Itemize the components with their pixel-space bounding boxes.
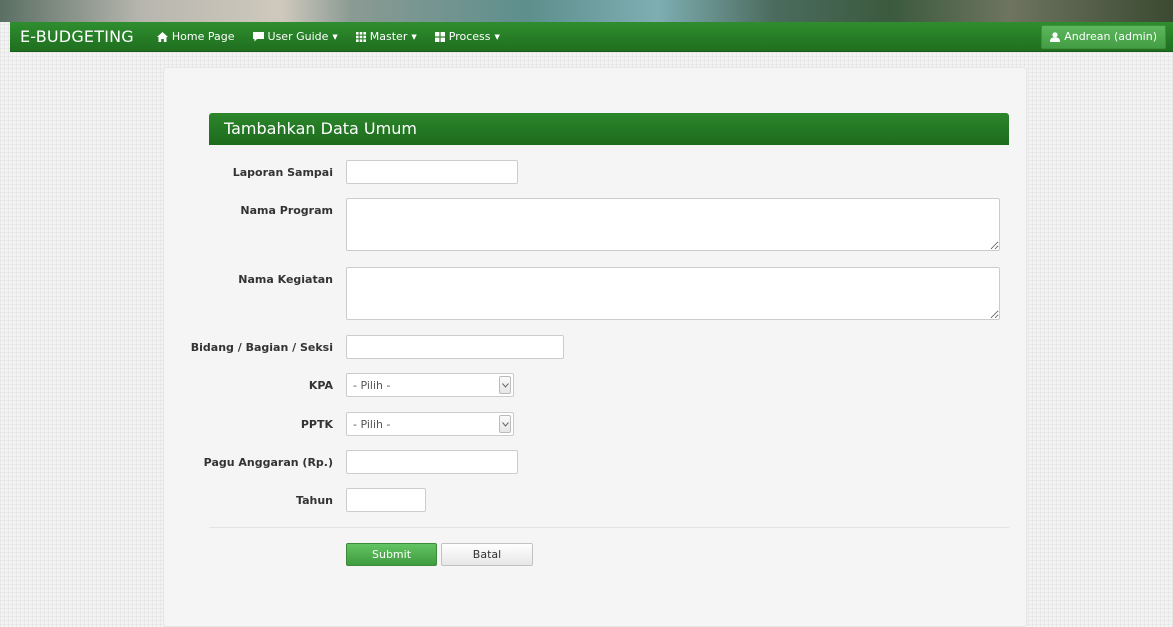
label-kpa: KPA (308, 379, 333, 392)
label-laporan-sampai: Laporan Sampai (232, 166, 333, 179)
nama-kegiatan-textarea[interactable] (346, 267, 1000, 320)
nav-home[interactable]: Home Page (148, 22, 244, 51)
user-name: Andrean (admin) (1064, 30, 1157, 43)
home-icon (156, 31, 168, 42)
chevron-down-icon: ▼ (494, 32, 500, 41)
chevron-down-icon (499, 415, 511, 433)
header-banner (0, 0, 1173, 22)
user-icon (1050, 31, 1061, 42)
form-divider (209, 527, 1009, 528)
brand-logo[interactable]: E-BUDGETING (10, 22, 148, 51)
nav-master[interactable]: Master ▼ (347, 22, 426, 51)
pptk-selected: - Pilih - (353, 417, 391, 431)
nav-process-label: Process (448, 30, 491, 43)
form-title: Tambahkan Data Umum (209, 113, 1009, 145)
cancel-button[interactable]: Batal (441, 543, 533, 566)
nav-home-label: Home Page (171, 30, 235, 43)
top-navbar: E-BUDGETING Home Page User Guide ▼ Maste… (10, 22, 1173, 52)
kpa-selected: - Pilih - (353, 378, 391, 392)
label-nama-program: Nama Program (240, 204, 333, 217)
label-tahun: Tahun (295, 494, 333, 507)
nama-program-textarea[interactable] (346, 198, 1000, 251)
pagu-anggaran-input[interactable] (346, 450, 518, 474)
grid-icon (355, 31, 366, 42)
nav-master-label: Master (369, 30, 408, 43)
label-pagu-anggaran: Pagu Anggaran (Rp.) (203, 456, 333, 469)
nav-process[interactable]: Process ▼ (426, 22, 509, 51)
chevron-down-icon: ▼ (411, 32, 417, 41)
nav-user-guide-label: User Guide (267, 30, 329, 43)
pptk-select[interactable]: - Pilih - (346, 412, 514, 436)
user-menu-button[interactable]: Andrean (admin) (1041, 24, 1166, 49)
submit-button[interactable]: Submit (346, 543, 437, 566)
tahun-input[interactable] (346, 488, 426, 512)
kpa-select[interactable]: - Pilih - (346, 373, 514, 397)
laporan-sampai-input[interactable] (346, 160, 518, 184)
comment-icon (252, 31, 264, 42)
label-pptk: PPTK (300, 418, 333, 431)
nav-user-guide[interactable]: User Guide ▼ (244, 22, 347, 51)
bidang-input[interactable] (346, 335, 564, 359)
label-bidang: Bidang / Bagian / Seksi (190, 341, 333, 354)
chevron-down-icon (499, 376, 511, 394)
chevron-down-icon: ▼ (332, 32, 338, 41)
nav-right: Andrean (admin) (1041, 24, 1173, 49)
tiles-icon (434, 31, 445, 42)
label-nama-kegiatan: Nama Kegiatan (238, 273, 333, 286)
